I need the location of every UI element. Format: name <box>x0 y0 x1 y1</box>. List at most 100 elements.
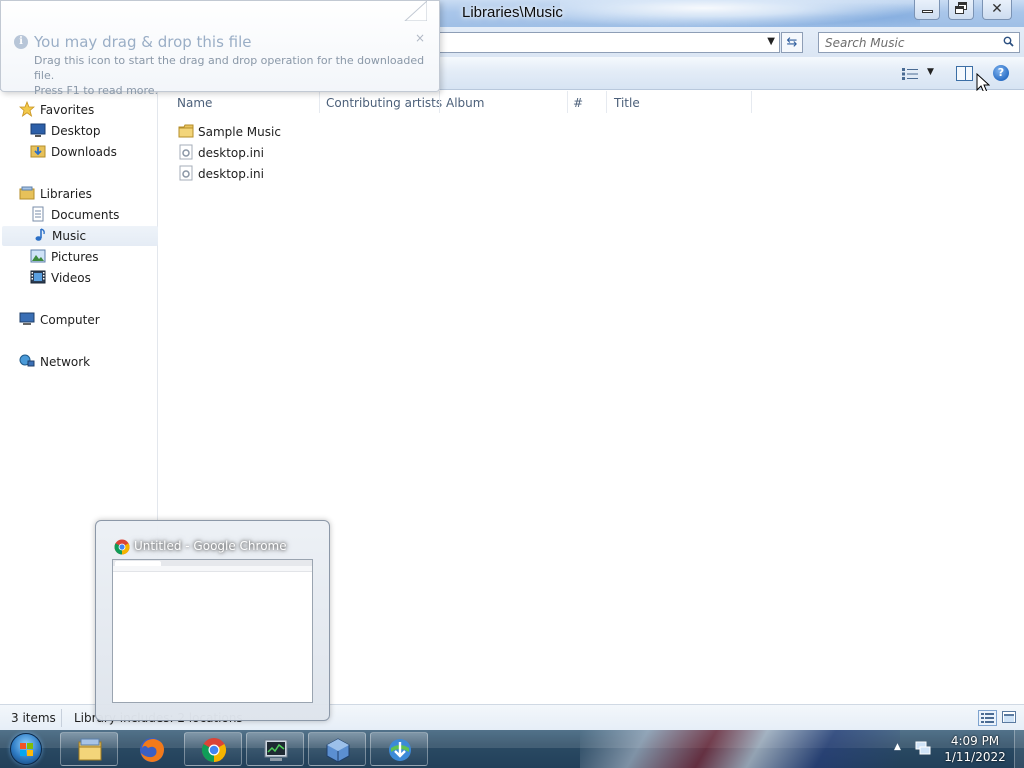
nav-computer[interactable]: Computer <box>19 310 100 330</box>
list-item[interactable]: desktop.ini <box>178 143 264 163</box>
nav-pictures-label: Pictures <box>51 250 99 264</box>
preview-pane-button[interactable] <box>956 66 973 81</box>
list-item[interactable]: Sample Music <box>178 122 281 142</box>
clock-time: 4:09 PM <box>950 734 1000 748</box>
close-icon: ✕ <box>991 1 1003 17</box>
thumbnail-window-image[interactable] <box>112 559 313 703</box>
drag-drop-tooltip[interactable]: i You may drag & drop this file Drag thi… <box>0 0 440 97</box>
address-dropdown-icon[interactable]: ▼ <box>767 36 775 47</box>
downloads-folder-icon <box>30 145 46 158</box>
taskbar-task-manager[interactable] <box>246 732 304 766</box>
column-divider[interactable] <box>751 91 752 113</box>
column-number[interactable]: # <box>573 96 583 110</box>
search-icon[interactable] <box>1003 36 1014 47</box>
status-divider <box>61 709 62 727</box>
file-name: Sample Music <box>198 125 281 139</box>
column-divider[interactable] <box>567 91 568 113</box>
column-contributing-artists[interactable]: Contributing artists <box>326 96 442 110</box>
tooltip-title: You may drag & drop this file <box>34 33 252 51</box>
google-chrome-icon <box>201 738 227 762</box>
nav-desktop-label: Desktop <box>51 124 101 138</box>
wallpaper-showthrough <box>580 730 900 768</box>
clock-date: 1/11/2022 <box>944 750 1006 764</box>
list-item[interactable]: desktop.ini <box>178 164 264 184</box>
nav-downloads[interactable]: Downloads <box>30 142 117 162</box>
aero-glass-background <box>560 0 920 27</box>
firefox-icon <box>140 738 164 762</box>
settings-file-icon <box>179 144 193 160</box>
show-desktop-button[interactable] <box>1014 730 1024 768</box>
restore-button[interactable] <box>948 0 974 20</box>
taskbar-virtualbox[interactable] <box>308 732 366 766</box>
music-note-icon <box>35 228 45 241</box>
nav-computer-label: Computer <box>40 313 100 327</box>
nav-desktop[interactable]: Desktop <box>30 121 101 141</box>
nav-libraries[interactable]: Libraries <box>19 184 92 204</box>
nav-pictures[interactable]: Pictures <box>30 247 99 267</box>
nav-videos[interactable]: Videos <box>30 268 91 288</box>
taskbar-firefox[interactable] <box>122 732 180 766</box>
taskbar-windows-explorer[interactable] <box>60 732 118 766</box>
nav-libraries-label: Libraries <box>40 187 92 201</box>
taskbar-thumbnail-preview[interactable]: Untitled - Google Chrome <box>95 520 330 721</box>
close-button[interactable]: ✕ <box>982 0 1012 20</box>
folder-icon <box>178 124 194 138</box>
taskbar-google-chrome[interactable] <box>184 732 242 766</box>
pictures-icon <box>30 249 46 263</box>
tooltip-line: Press F1 to read more. <box>34 84 159 97</box>
column-name[interactable]: Name <box>177 96 212 110</box>
refresh-button[interactable]: ⇆ <box>781 32 803 53</box>
address-bar[interactable]: ▼ <box>380 32 780 53</box>
nav-documents-label: Documents <box>51 208 120 222</box>
tooltip-body: Drag this icon to start the drag and dro… <box>34 53 439 98</box>
file-name: desktop.ini <box>198 167 264 181</box>
taskbar-internet-download-manager[interactable] <box>370 732 428 766</box>
star-icon <box>19 101 35 117</box>
nav-network-label: Network <box>40 355 91 369</box>
search-box[interactable] <box>818 32 1020 53</box>
large-icons-view-button[interactable] <box>1002 711 1016 723</box>
minimize-button[interactable] <box>914 0 940 20</box>
view-options-dropdown-icon[interactable]: ▼ <box>927 67 934 77</box>
caption-buttons: ✕ <box>906 0 1012 20</box>
tooltip-line: Drag this icon to start the drag and dro… <box>34 54 425 82</box>
tooltip-pointer <box>404 1 427 21</box>
network-icon <box>19 354 35 367</box>
details-view-icon <box>981 713 994 723</box>
start-button[interactable] <box>4 731 48 767</box>
nav-favorites-label: Favorites <box>40 103 95 117</box>
column-divider[interactable] <box>606 91 607 113</box>
windows-logo-icon <box>10 733 42 765</box>
show-hidden-icons-arrow[interactable]: ▲ <box>894 742 901 752</box>
libraries-icon <box>19 186 35 200</box>
refresh-icon: ⇆ <box>786 35 798 50</box>
restore-icon <box>955 6 964 14</box>
network-status-icon[interactable] <box>914 739 932 757</box>
internet-download-manager-icon <box>389 739 411 761</box>
column-divider[interactable] <box>439 91 440 113</box>
help-icon[interactable]: ? <box>993 65 1009 81</box>
window-title: Libraries\Music <box>462 4 563 21</box>
search-input[interactable] <box>819 33 989 52</box>
task-manager-icon <box>264 739 288 761</box>
nav-network[interactable]: Network <box>19 352 90 372</box>
nav-music[interactable]: Music <box>2 226 158 246</box>
nav-documents[interactable]: Documents <box>30 205 119 225</box>
nav-videos-label: Videos <box>51 271 91 285</box>
computer-icon <box>19 312 35 325</box>
file-name: desktop.ini <box>198 146 264 160</box>
change-view-icon[interactable] <box>902 68 918 80</box>
nav-music-label: Music <box>52 229 87 243</box>
nav-downloads-label: Downloads <box>51 145 117 159</box>
system-clock[interactable]: 4:09 PM 1/11/2022 <box>938 733 1012 765</box>
column-album[interactable]: Album <box>446 96 484 110</box>
minimize-icon <box>922 10 933 13</box>
thumbnail-toolbar <box>113 566 312 572</box>
column-title[interactable]: Title <box>614 96 640 110</box>
virtualbox-icon <box>326 738 350 763</box>
details-view-button[interactable] <box>978 710 997 726</box>
nav-favorites[interactable]: Favorites <box>19 100 94 120</box>
thumbnail-title: Untitled - Google Chrome <box>134 539 287 553</box>
close-icon[interactable]: × <box>415 31 425 45</box>
settings-file-icon <box>179 165 193 181</box>
